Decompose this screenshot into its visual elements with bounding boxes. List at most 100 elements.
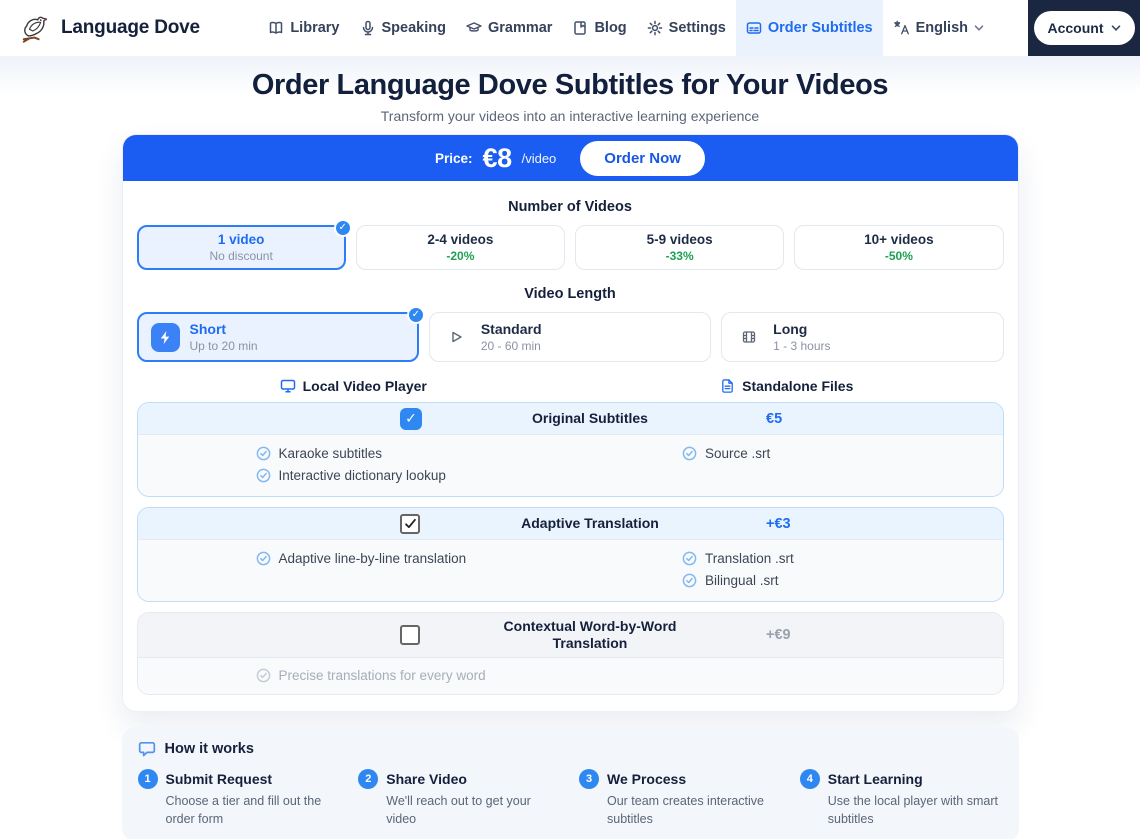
tier-title: Original Subtitles [532, 409, 648, 426]
tier-features: Precise translations for every word [137, 657, 1003, 694]
nav-item-settings[interactable]: Settings [637, 0, 736, 56]
account-label: Account [1047, 20, 1104, 36]
chat-bubble-icon [138, 740, 156, 758]
check-circle-icon [682, 573, 697, 588]
top-nav: Language Dove Library Speaking Grammar B… [0, 0, 1140, 56]
length-option-long[interactable]: Long 1 - 3 hours [721, 312, 1004, 362]
brand-logo[interactable]: Language Dove [18, 12, 200, 45]
video-count-option-1[interactable]: ✓ 1 video No discount [136, 219, 352, 270]
price-unit: /video [521, 150, 557, 166]
column-standalone-files: Standalone Files [570, 378, 1004, 394]
step-start-learning: 4 Start Learning Use the local player wi… [799, 769, 1003, 828]
nav-item-language-english[interactable]: English [883, 0, 994, 56]
price-label: Price: [435, 150, 473, 166]
nav-item-grammar[interactable]: Grammar [456, 0, 562, 56]
option-subtitle: 1 - 3 hours [773, 339, 831, 353]
check-circle-icon [256, 446, 271, 461]
nav-label: Blog [594, 20, 627, 36]
adaptive-translation-checkbox[interactable] [400, 513, 420, 534]
option-discount: -20% [446, 249, 475, 263]
main-nav: Library Speaking Grammar Blog Settings O… [258, 0, 994, 56]
option-title: 1 video [217, 232, 265, 247]
contextual-translation-checkbox[interactable] [400, 625, 420, 645]
how-it-works-steps: 1 Submit Request Choose a tier and fill … [137, 769, 1003, 828]
graduation-cap-icon [466, 20, 482, 36]
order-now-button[interactable]: Order Now [580, 140, 705, 176]
chevron-down-icon [1111, 24, 1121, 32]
option-discount: -33% [665, 249, 694, 263]
nav-item-order-subtitles[interactable]: Order Subtitles [735, 0, 883, 56]
feature-label: Translation .srt [705, 551, 794, 566]
video-length-options: ✓ Short Up to 20 min Standard 20 - 60 mi… [136, 306, 1004, 362]
feature-item: Karaoke subtitles [256, 446, 571, 461]
step-title: Start Learning [827, 771, 923, 787]
nav-item-speaking[interactable]: Speaking [350, 0, 456, 56]
journal-icon [572, 20, 588, 36]
tier-title: Adaptive Translation [521, 514, 659, 531]
film-icon [734, 323, 763, 352]
video-count-option-10plus[interactable]: 10+ videos -50% [794, 225, 1004, 270]
feature-item: Source .srt [682, 446, 1003, 461]
option-title: Standard [480, 321, 542, 337]
nav-item-blog[interactable]: Blog [562, 0, 636, 56]
tier-title: Contextual Word-by-Word Translation [503, 617, 677, 652]
hero-section: Order Language Dove Subtitles for Your V… [0, 56, 1140, 124]
selected-check-badge: ✓ [406, 306, 425, 324]
tier-features: Adaptive line-by-line translation Transl… [137, 539, 1003, 601]
feature-item: Adaptive line-by-line translation [256, 551, 571, 566]
video-count-option-2-4[interactable]: 2-4 videos -20% [355, 225, 565, 270]
page-title: Order Language Dove Subtitles for Your V… [251, 69, 889, 101]
video-count-option-5-9[interactable]: 5-9 videos -33% [575, 225, 785, 270]
option-title: 10+ videos [864, 232, 934, 247]
check-circle-icon [682, 446, 697, 461]
feature-label: Source .srt [705, 446, 771, 461]
nav-label: Grammar [487, 20, 553, 36]
feature-label: Adaptive line-by-line translation [278, 551, 467, 566]
nav-label: Speaking [381, 20, 446, 36]
step-submit-request: 1 Submit Request Choose a tier and fill … [137, 769, 341, 828]
option-subtitle: 20 - 60 min [480, 339, 541, 353]
price-amount: €8 [482, 142, 513, 173]
tier-header: Contextual Word-by-Word Translation +€9 [137, 613, 1003, 657]
lightning-icon [150, 322, 180, 352]
check-circle-icon [256, 668, 271, 683]
step-number: 2 [358, 769, 379, 789]
step-share-video: 2 Share Video We'll reach out to get you… [358, 769, 561, 828]
nav-item-library[interactable]: Library [258, 0, 349, 56]
monitor-icon [280, 378, 296, 394]
video-count-options: ✓ 1 video No discount 2-4 videos -20% 5-… [136, 219, 1004, 270]
step-title: Submit Request [165, 771, 273, 787]
captions-icon [746, 20, 762, 36]
tier-header: Adaptive Translation +€3 [137, 508, 1003, 539]
check-circle-icon [256, 468, 271, 483]
feature-item: Bilingual .srt [682, 573, 1003, 588]
step-description: Use the local player with smart subtitle… [827, 794, 998, 826]
feature-label: Precise translations for every word [278, 668, 486, 683]
option-title: 5-9 videos [646, 232, 713, 247]
step-we-process: 3 We Process Our team creates interactiv… [579, 769, 782, 828]
how-it-works-title: How it works [164, 741, 254, 757]
header-account-area: Account [1028, 0, 1140, 56]
length-option-standard[interactable]: Standard 20 - 60 min [428, 312, 712, 362]
step-number: 3 [579, 769, 599, 789]
tier-features: Karaoke subtitles Interactive dictionary… [137, 434, 1003, 496]
play-icon [442, 323, 471, 352]
check-circle-icon [256, 551, 271, 566]
option-subtitle: Up to 20 min [189, 339, 258, 353]
tier-price: €5 [766, 410, 783, 427]
step-number: 4 [799, 769, 820, 789]
account-button[interactable]: Account [1033, 11, 1135, 45]
step-description: Choose a tier and fill out the order for… [165, 794, 322, 826]
length-option-short[interactable]: ✓ Short Up to 20 min [136, 306, 425, 362]
feature-label: Karaoke subtitles [278, 446, 383, 461]
brand-name: Language Dove [61, 17, 200, 38]
column-local-player: Local Video Player [137, 378, 571, 394]
feature-item: Precise translations for every word [256, 668, 571, 683]
microphone-icon [360, 20, 376, 36]
nav-label: Settings [668, 20, 726, 36]
option-title: Long [773, 321, 808, 337]
feature-label: Interactive dictionary lookup [278, 468, 446, 483]
original-subtitles-checkbox[interactable]: ✓ [400, 407, 422, 430]
feature-item: Translation .srt [682, 551, 1003, 566]
step-number: 1 [137, 769, 158, 789]
